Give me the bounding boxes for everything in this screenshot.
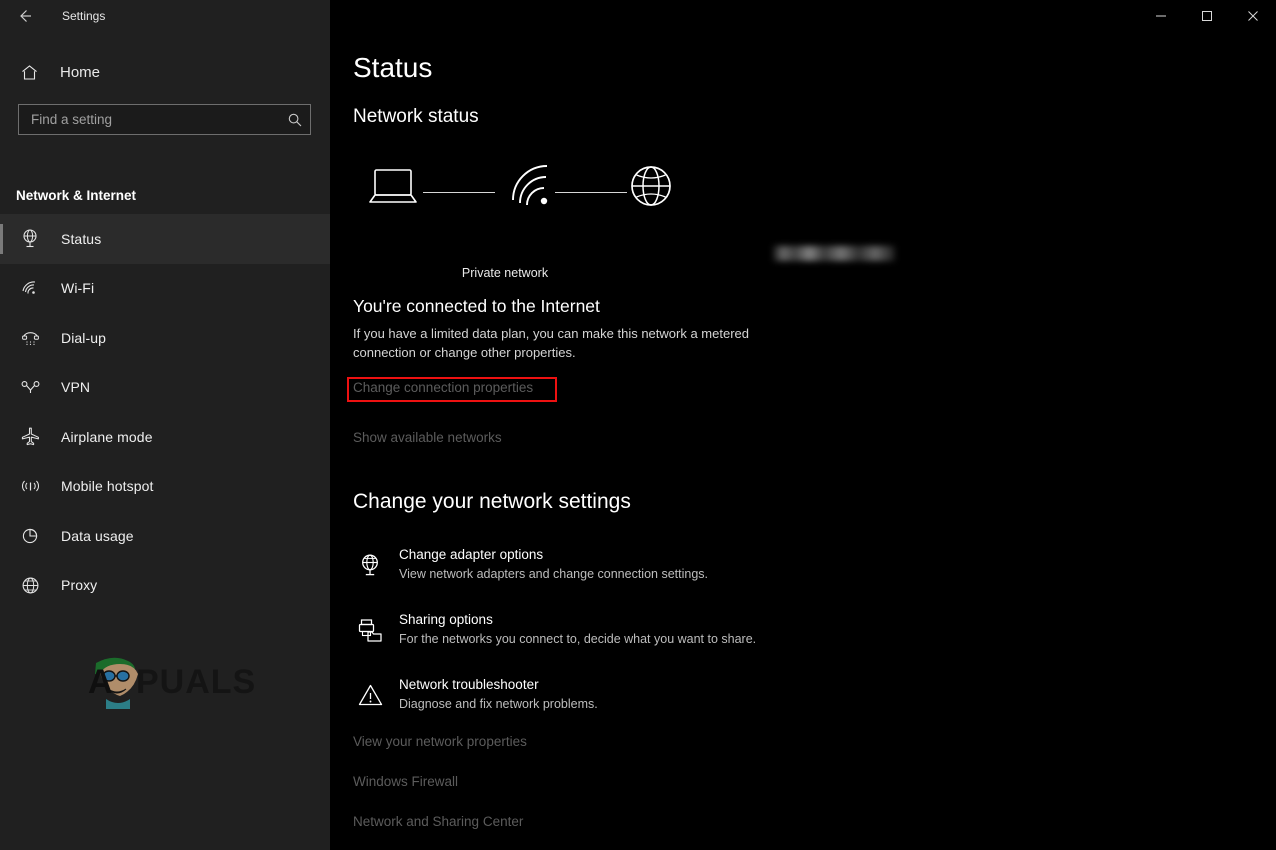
link-change-connection-properties[interactable]: Change connection properties — [353, 380, 533, 395]
sidebar-category-title: Network & Internet — [16, 188, 136, 203]
option-sharing-options[interactable]: Sharing options For the networks you con… — [353, 605, 953, 670]
option-subtitle: View network adapters and change connect… — [399, 567, 708, 581]
settings-window: Settings Home — [0, 0, 1276, 850]
adapter-icon — [353, 548, 387, 582]
minimize-button[interactable] — [1138, 0, 1184, 32]
title-bar: Settings — [0, 0, 1276, 32]
main-content: Status Network status — [330, 32, 1276, 850]
sidebar-nav-list: Status Wi-Fi — [0, 214, 330, 610]
link-view-network-properties[interactable]: View your network properties — [353, 732, 753, 772]
warning-triangle-icon — [353, 678, 387, 712]
sidebar-item-vpn-label: VPN — [61, 379, 90, 395]
sidebar-item-mobile-hotspot-label: Mobile hotspot — [61, 478, 153, 494]
sidebar-item-dialup[interactable]: Dial-up — [0, 313, 330, 363]
sidebar-item-proxy[interactable]: Proxy — [0, 561, 330, 611]
laptop-icon — [365, 158, 421, 219]
option-subtitle: Diagnose and fix network problems. — [399, 697, 598, 711]
vpn-icon — [20, 374, 46, 400]
svg-text:PUALS: PUALS — [136, 663, 256, 701]
sidebar-item-data-usage-label: Data usage — [61, 528, 134, 544]
sidebar-item-airplane-mode-label: Airplane mode — [61, 429, 153, 445]
sidebar-item-home[interactable]: Home — [0, 54, 330, 90]
wifi-icon — [20, 275, 46, 301]
diagram-link-device-to-router — [423, 192, 495, 193]
network-diagram — [353, 158, 683, 228]
link-network-sharing-center[interactable]: Network and Sharing Center — [353, 812, 753, 850]
sidebar-item-home-label: Home — [60, 64, 100, 81]
option-title: Change adapter options — [399, 547, 543, 562]
change-network-settings-heading: Change your network settings — [353, 490, 631, 514]
network-status-icon — [20, 226, 46, 252]
back-arrow-icon[interactable] — [10, 2, 40, 30]
bottom-links: View your network properties Windows Fir… — [353, 732, 753, 850]
sidebar-item-proxy-label: Proxy — [61, 577, 97, 593]
option-network-troubleshooter[interactable]: Network troubleshooter Diagnose and fix … — [353, 670, 953, 735]
globe-icon — [20, 572, 46, 598]
svg-text:A: A — [88, 663, 113, 701]
sidebar-item-airplane-mode[interactable]: Airplane mode — [0, 412, 330, 462]
airplane-icon — [20, 424, 46, 450]
network-type-label: Private network — [330, 266, 680, 280]
sidebar-item-mobile-hotspot[interactable]: Mobile hotspot — [0, 462, 330, 512]
option-subtitle: For the networks you connect to, decide … — [399, 632, 756, 646]
sidebar: Home Network & Internet — [0, 32, 330, 850]
sidebar-item-data-usage[interactable]: Data usage — [0, 511, 330, 561]
link-windows-firewall[interactable]: Windows Firewall — [353, 772, 753, 812]
sidebar-item-status[interactable]: Status — [0, 214, 330, 264]
search-icon[interactable] — [280, 112, 310, 128]
option-title: Network troubleshooter — [399, 677, 539, 692]
sidebar-item-vpn[interactable]: VPN — [0, 363, 330, 413]
search-input[interactable] — [19, 105, 280, 134]
maximize-button[interactable] — [1184, 0, 1230, 32]
page-title: Status — [353, 52, 432, 84]
home-icon — [20, 63, 46, 82]
connection-description: If you have a limited data plan, you can… — [353, 324, 763, 362]
sharing-icon — [353, 613, 387, 647]
dialup-icon — [20, 325, 46, 351]
network-settings-options: Change adapter options View network adap… — [353, 540, 953, 735]
window-title: Settings — [62, 0, 105, 32]
data-usage-icon — [20, 523, 46, 549]
window-controls — [1138, 0, 1276, 32]
network-status-heading: Network status — [353, 106, 479, 128]
network-ssid-redacted — [773, 246, 895, 261]
link-show-available-networks[interactable]: Show available networks — [353, 430, 502, 445]
diagram-link-router-to-internet — [555, 192, 627, 193]
option-change-adapter-options[interactable]: Change adapter options View network adap… — [353, 540, 953, 605]
close-button[interactable] — [1230, 0, 1276, 32]
sidebar-item-wifi[interactable]: Wi-Fi — [0, 264, 330, 314]
title-bar-right-area — [330, 0, 1276, 32]
hotspot-icon — [20, 473, 46, 499]
sidebar-item-status-label: Status — [61, 231, 101, 247]
search-box[interactable] — [18, 104, 311, 135]
internet-globe-icon — [623, 158, 679, 219]
connection-heading: You're connected to the Internet — [353, 296, 600, 317]
appuals-watermark: A PUALS — [66, 649, 296, 711]
option-title: Sharing options — [399, 612, 493, 627]
wifi-signal-icon — [503, 158, 563, 223]
sidebar-item-wifi-label: Wi-Fi — [61, 280, 94, 296]
sidebar-item-dialup-label: Dial-up — [61, 330, 106, 346]
